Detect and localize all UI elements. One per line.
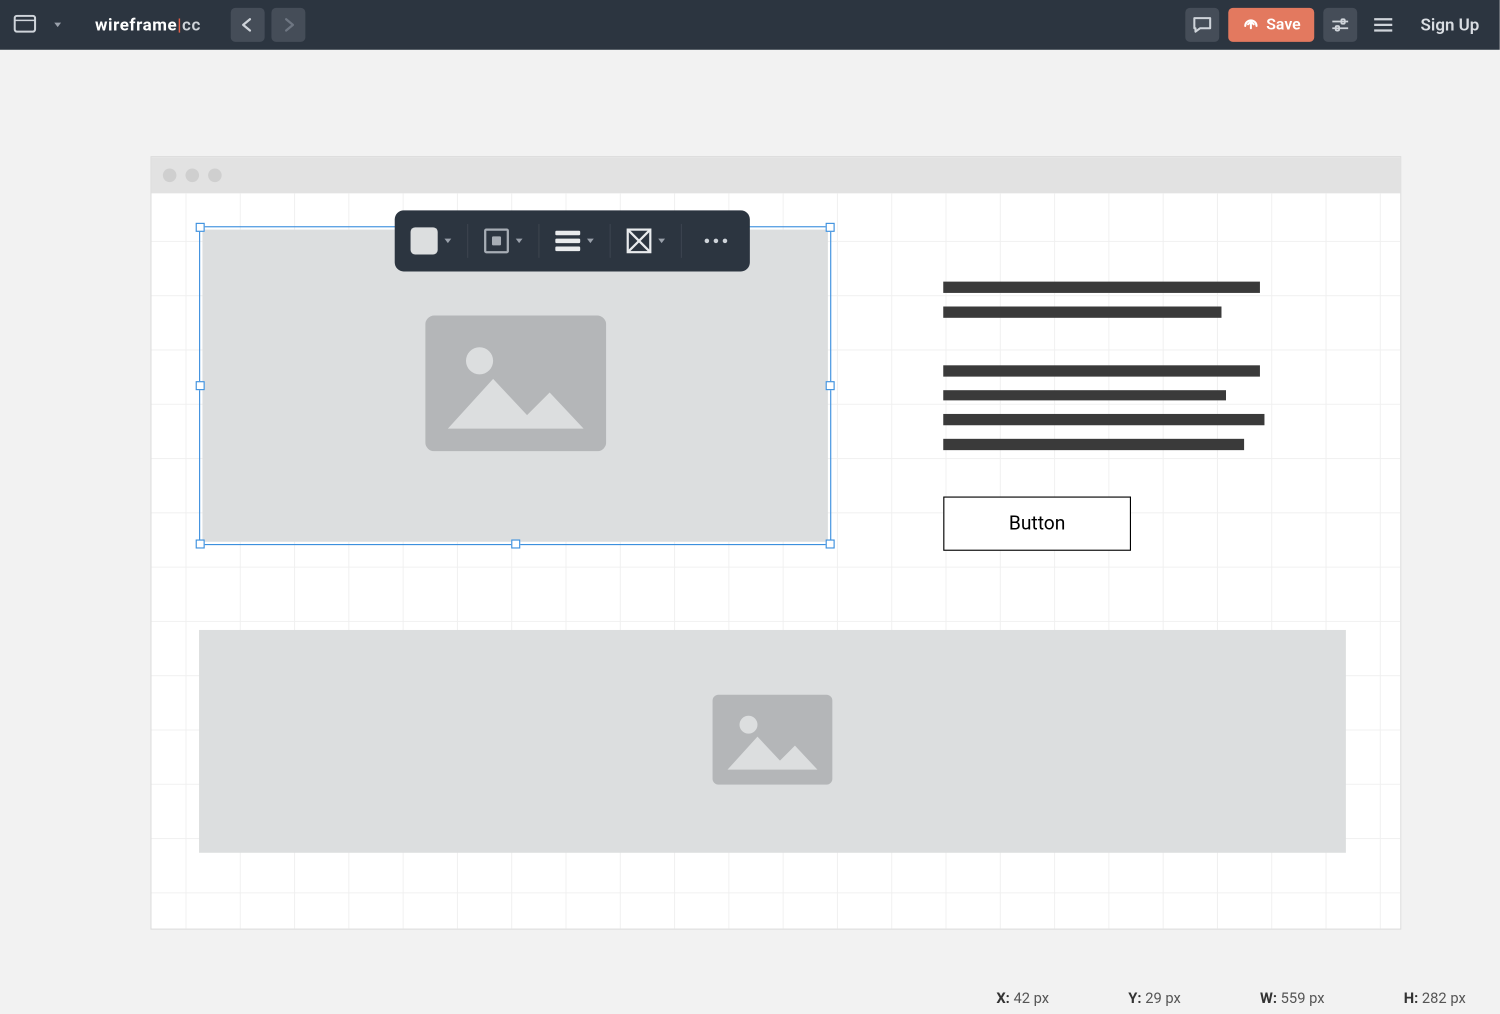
browser-window-header (152, 157, 1401, 193)
window-dot-icon (185, 169, 199, 183)
chevron-down-icon (658, 239, 665, 244)
heading-line-placeholder[interactable] (943, 282, 1260, 293)
undo-button[interactable] (230, 8, 264, 42)
chevron-down-icon (516, 239, 523, 244)
app-topbar: wireframe|cc Save (0, 0, 1500, 50)
status-h: H: 282 px (1404, 990, 1466, 1007)
separator (467, 224, 468, 258)
status-x: X: 42 px (996, 990, 1049, 1007)
resize-handle-tr[interactable] (826, 223, 835, 232)
window-dot-icon (163, 169, 177, 183)
menu-button[interactable] (1366, 8, 1400, 42)
paragraph-line-placeholder[interactable] (943, 439, 1244, 450)
more-icon (698, 239, 734, 244)
brand-name: wireframe (95, 15, 177, 35)
brand-suffix: cc (182, 15, 201, 35)
redo-button[interactable] (271, 8, 305, 42)
heading-line-placeholder[interactable] (943, 307, 1221, 318)
chevron-down-icon (54, 23, 61, 28)
selection-toolbar (395, 210, 750, 271)
corner-style-button[interactable] (622, 221, 670, 262)
settings-sliders-button[interactable] (1323, 8, 1357, 42)
cross-box-icon (627, 228, 652, 253)
chevron-down-icon (444, 239, 451, 244)
fill-color-button[interactable] (406, 221, 456, 262)
image-placeholder[interactable] (199, 630, 1346, 853)
save-button[interactable]: Save (1228, 8, 1314, 42)
separator (538, 224, 539, 258)
separator (681, 224, 682, 258)
app-body: Button X: 42 px Y: 29 px W: (0, 50, 1500, 1014)
browser-window: Button (150, 156, 1401, 930)
signup-button[interactable]: Sign Up (1409, 15, 1490, 35)
paragraph-line-placeholder[interactable] (943, 365, 1260, 376)
save-label: Save (1266, 16, 1300, 34)
status-bar: X: 42 px Y: 29 px W: 559 px H: 282 px (0, 984, 1500, 1013)
signup-label: Sign Up (1421, 15, 1480, 35)
brand-logo[interactable]: wireframe|cc (95, 15, 201, 35)
resize-handle-rm[interactable] (826, 381, 835, 390)
more-options-button[interactable] (693, 221, 738, 262)
stroke-box-icon (484, 228, 509, 253)
resize-handle-lm[interactable] (196, 381, 205, 390)
lines-icon (555, 231, 580, 251)
resize-handle-tl[interactable] (196, 223, 205, 232)
device-selector-button[interactable] (9, 8, 43, 42)
window-dot-icon (208, 169, 222, 183)
status-w: W: 559 px (1260, 990, 1325, 1007)
button-placeholder-label: Button (1009, 512, 1066, 535)
separator (610, 224, 611, 258)
paragraph-line-placeholder[interactable] (943, 390, 1226, 400)
wireframe-canvas[interactable]: Button (152, 193, 1401, 928)
image-placeholder-icon (425, 316, 606, 456)
fill-swatch-icon (411, 227, 438, 254)
image-placeholder-fill (202, 230, 827, 542)
status-y: Y: 29 px (1128, 990, 1181, 1007)
resize-handle-bm[interactable] (511, 539, 520, 548)
stroke-style-button[interactable] (480, 221, 528, 262)
line-weight-button[interactable] (551, 221, 599, 262)
paragraph-line-placeholder[interactable] (943, 414, 1264, 425)
resize-handle-br[interactable] (826, 539, 835, 548)
selected-image-placeholder[interactable] (199, 226, 831, 545)
button-placeholder[interactable]: Button (943, 497, 1131, 551)
resize-handle-bl[interactable] (196, 539, 205, 548)
image-placeholder-icon (713, 694, 833, 789)
comment-button[interactable] (1185, 8, 1219, 42)
chevron-down-icon (587, 239, 594, 244)
